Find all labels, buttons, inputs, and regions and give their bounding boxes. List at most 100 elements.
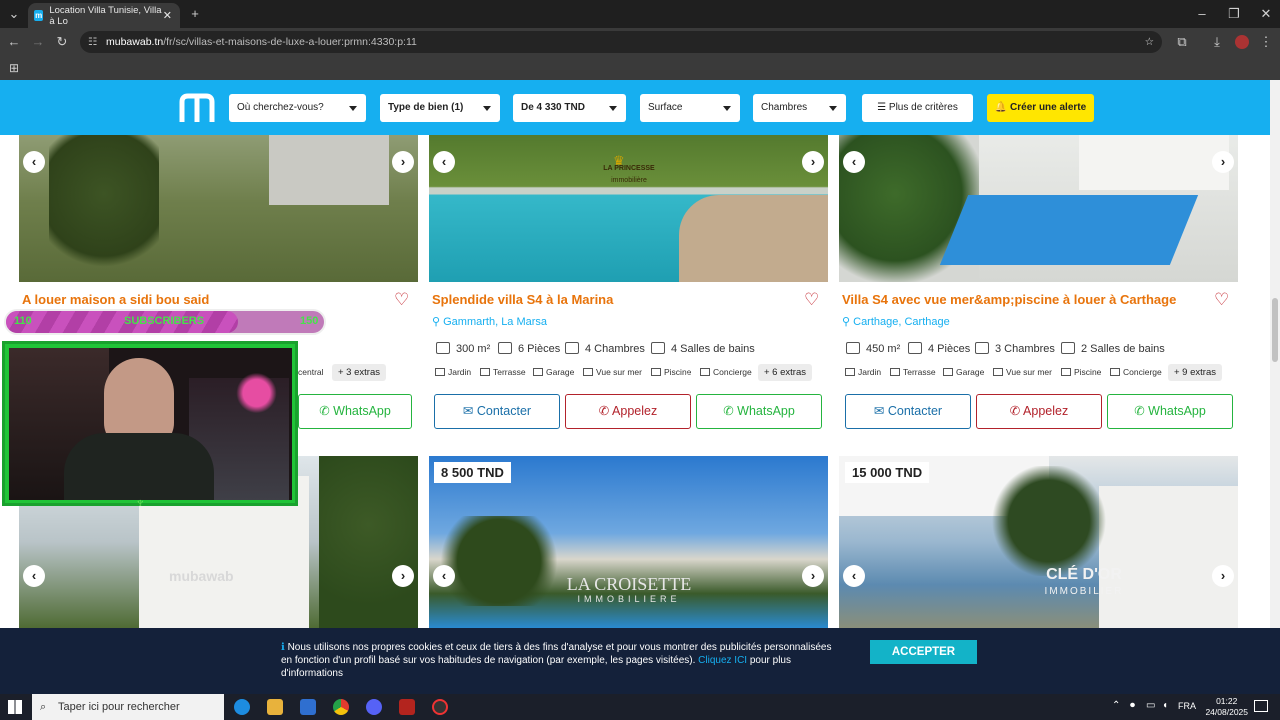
listing-photo[interactable]: LA PRINCESSE immobilière ♛ bbox=[429, 135, 828, 282]
more-criteria-button[interactable]: ☰ Plus de critères bbox=[862, 94, 973, 122]
price-badge: 8 500 TND bbox=[434, 462, 511, 483]
tray-chevron-icon[interactable]: ⌃ bbox=[1112, 700, 1120, 711]
type-select[interactable]: Type de bien (1) bbox=[380, 94, 500, 122]
forward-icon[interactable]: → bbox=[28, 28, 48, 56]
create-alert-button[interactable]: 🔔 Créer une alerte bbox=[987, 94, 1094, 122]
whatsapp-label: WhatsApp bbox=[333, 404, 391, 418]
surface-select[interactable]: Surface bbox=[640, 94, 740, 122]
call-button[interactable]: ✆ Appelez bbox=[565, 394, 691, 429]
carousel-next-button[interactable]: › bbox=[392, 565, 414, 587]
minimize-icon[interactable]: – bbox=[1192, 0, 1212, 28]
url-path: /fr/sc/villas-et-maisons-de-luxe-a-louer… bbox=[163, 36, 417, 48]
spec-value: 4 Chambres bbox=[585, 343, 645, 355]
location-search-input[interactable]: Où cherchez-vous? bbox=[229, 94, 366, 122]
rooms-select[interactable]: Chambres bbox=[753, 94, 846, 122]
menu-kebab-icon[interactable]: ⋮ bbox=[1256, 28, 1276, 56]
listing-title[interactable]: Villa S4 avec vue mer&amp;piscine à loue… bbox=[842, 292, 1176, 307]
contact-button[interactable]: ✉ Contacter bbox=[845, 394, 971, 429]
listing-title[interactable]: A louer maison a sidi bou said bbox=[22, 292, 209, 307]
apps-grid-icon[interactable]: ⊞ bbox=[4, 54, 24, 82]
profile-avatar[interactable] bbox=[1235, 35, 1249, 49]
cookie-more-link[interactable]: Cliquez ICI bbox=[698, 655, 747, 666]
accept-cookies-button[interactable]: ACCEPTER bbox=[870, 640, 977, 664]
extras-badge[interactable]: + 3 extras bbox=[332, 364, 386, 381]
extras-badge[interactable]: + 6 extras bbox=[758, 364, 812, 381]
chevron-down-icon bbox=[609, 106, 617, 111]
restore-icon[interactable]: ❐ bbox=[1224, 0, 1244, 28]
listing-photo[interactable] bbox=[19, 135, 418, 282]
extras-badge[interactable]: + 9 extras bbox=[1168, 364, 1222, 381]
download-icon[interactable]: ⤓ bbox=[1207, 28, 1227, 56]
bookmark-star-icon[interactable]: ☆ bbox=[1145, 31, 1154, 53]
favorite-heart-icon[interactable]: ♡ bbox=[394, 290, 409, 310]
carousel-next-button[interactable]: › bbox=[802, 565, 824, 587]
tree-image bbox=[319, 456, 418, 628]
new-tab-icon[interactable]: + bbox=[185, 0, 205, 28]
taskbar-search-box[interactable]: ⌕ Taper ici pour rechercher bbox=[32, 694, 224, 720]
notifications-icon[interactable] bbox=[1254, 700, 1268, 712]
price-select[interactable]: De 4 330 TND bbox=[513, 94, 626, 122]
volume-icon[interactable]: ◖ bbox=[1162, 700, 1168, 711]
pool-icon bbox=[651, 368, 661, 376]
extensions-icon[interactable]: ⧉ bbox=[1172, 28, 1192, 56]
info-icon: ℹ bbox=[281, 642, 288, 653]
microphone-icon[interactable]: ⏺ bbox=[1130, 700, 1135, 711]
obs-icon[interactable] bbox=[432, 699, 448, 715]
close-window-icon[interactable]: ✕ bbox=[1256, 0, 1276, 28]
carousel-prev-button[interactable]: ‹ bbox=[433, 151, 455, 173]
reload-icon[interactable]: ↻ bbox=[52, 28, 72, 56]
contact-button[interactable]: ✉ Contacter bbox=[434, 394, 560, 429]
carousel-prev-button[interactable]: ‹ bbox=[843, 565, 865, 587]
back-icon[interactable]: ← bbox=[4, 28, 24, 56]
tab-search-icon[interactable]: ⌄ bbox=[4, 0, 24, 28]
network-icon[interactable]: ▭ bbox=[1146, 700, 1155, 711]
chrome-icon[interactable] bbox=[333, 699, 349, 715]
discord-icon[interactable] bbox=[366, 699, 382, 715]
carousel-prev-button[interactable]: ‹ bbox=[23, 565, 45, 587]
favorite-heart-icon[interactable]: ♡ bbox=[804, 290, 819, 310]
carousel-next-button[interactable]: › bbox=[392, 151, 414, 173]
amenity-terrace: Terrasse bbox=[480, 367, 526, 377]
whatsapp-button[interactable]: ✆ WhatsApp bbox=[298, 394, 412, 429]
amenity-garden: Jardin bbox=[845, 367, 881, 377]
webcam-overlay: ♆ bbox=[2, 341, 298, 510]
app-icon[interactable] bbox=[399, 699, 415, 715]
favorite-heart-icon[interactable]: ♡ bbox=[1214, 290, 1229, 310]
file-explorer-icon[interactable] bbox=[267, 699, 283, 715]
house-wall bbox=[1099, 486, 1238, 628]
url-field[interactable]: ☷ mubawab.tn/fr/sc/villas-et-maisons-de-… bbox=[80, 31, 1162, 53]
whatsapp-button[interactable]: ✆ WhatsApp bbox=[1107, 394, 1233, 429]
carousel-prev-button[interactable]: ‹ bbox=[433, 565, 455, 587]
watermark-sub: immobilière bbox=[611, 177, 647, 184]
page-scrollbar[interactable] bbox=[1270, 80, 1280, 628]
taskbar-clock[interactable]: 01:22 24/08/2025 bbox=[1205, 696, 1248, 718]
mubawab-logo[interactable] bbox=[178, 92, 216, 124]
carousel-next-button[interactable]: › bbox=[1212, 565, 1234, 587]
create-alert-label: Créer une alerte bbox=[1010, 102, 1087, 113]
listing-photo[interactable] bbox=[839, 135, 1238, 282]
amenity-sea-view: Vue sur mer bbox=[993, 367, 1052, 377]
amenity-label: central bbox=[298, 367, 324, 377]
language-indicator[interactable]: FRA bbox=[1178, 701, 1196, 711]
site-info-icon[interactable]: ☷ bbox=[88, 31, 97, 53]
carousel-next-button[interactable]: › bbox=[1212, 151, 1234, 173]
house-wall bbox=[1079, 135, 1229, 190]
spec-value: 6 Pièces bbox=[518, 343, 561, 355]
close-tab-icon[interactable]: ✕ bbox=[163, 9, 172, 22]
carousel-prev-button[interactable]: ‹ bbox=[843, 151, 865, 173]
store-icon[interactable] bbox=[300, 699, 316, 715]
carousel-prev-button[interactable]: ‹ bbox=[23, 151, 45, 173]
call-button[interactable]: ✆ Appelez bbox=[976, 394, 1102, 429]
listing-title[interactable]: Splendide villa S4 à la Marina bbox=[432, 292, 613, 307]
windows-start-icon[interactable] bbox=[8, 700, 22, 714]
chevron-down-icon bbox=[723, 106, 731, 111]
browser-tab[interactable]: m Location Villa Tunisie, Villa à Lo ✕ bbox=[28, 3, 180, 28]
edge-icon[interactable] bbox=[234, 699, 250, 715]
whatsapp-button[interactable]: ✆ WhatsApp bbox=[696, 394, 822, 429]
envelope-icon: ✉ bbox=[873, 404, 888, 418]
scrollbar-thumb[interactable] bbox=[1272, 298, 1278, 362]
chevron-down-icon bbox=[829, 106, 837, 111]
bed-icon bbox=[975, 342, 989, 354]
spec-value: 450 m² bbox=[866, 343, 901, 355]
carousel-next-button[interactable]: › bbox=[802, 151, 824, 173]
